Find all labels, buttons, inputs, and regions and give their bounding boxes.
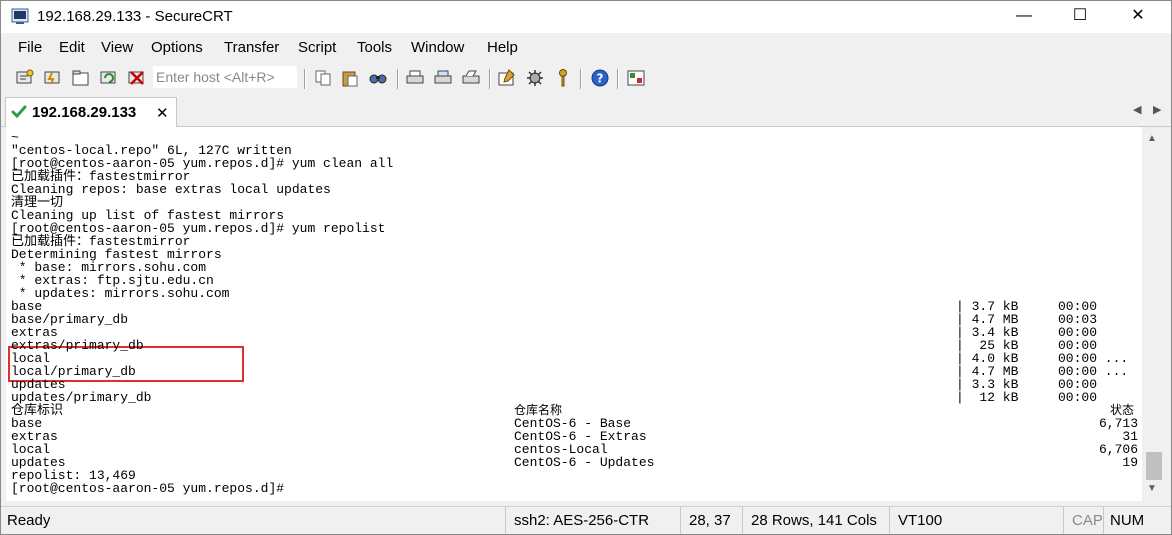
menu-tools[interactable]: Tools bbox=[357, 39, 392, 56]
menu-file[interactable]: File bbox=[18, 39, 42, 56]
paste-icon[interactable] bbox=[340, 68, 360, 88]
minimize-button[interactable]: — bbox=[1001, 1, 1047, 33]
repo-name: CentOS-6 - Updates bbox=[514, 455, 655, 470]
download-size: | 12 kB bbox=[956, 390, 1019, 405]
print-icon[interactable] bbox=[405, 68, 425, 88]
quick-connect-icon[interactable] bbox=[43, 68, 63, 88]
status-bar: Ready ssh2: AES-256-CTR 28, 37 28 Rows, … bbox=[1, 506, 1171, 534]
menu-bar: File Edit View Options Transfer Script T… bbox=[1, 34, 1171, 62]
copy-icon[interactable] bbox=[313, 68, 333, 88]
find-icon[interactable] bbox=[368, 68, 388, 88]
status-cursor-position: 28, 37 bbox=[683, 507, 743, 534]
status-terminal-size: 28 Rows, 141 Cols bbox=[745, 507, 890, 534]
connect-tab-icon[interactable] bbox=[71, 68, 91, 88]
menu-edit[interactable]: Edit bbox=[59, 39, 85, 56]
menu-script[interactable]: Script bbox=[298, 39, 336, 56]
svg-text:?: ? bbox=[597, 72, 604, 86]
global-options-icon[interactable] bbox=[525, 68, 545, 88]
toolbar-divider bbox=[489, 69, 491, 89]
terminal-view[interactable]: ~ "centos-local.repo" 6L, 127C written [ro… bbox=[6, 127, 1142, 501]
status-ready: Ready bbox=[1, 507, 506, 534]
tab-session[interactable]: 192.168.29.133 ✕ bbox=[5, 97, 177, 127]
title-bar[interactable]: 192.168.29.133 - SecureCRT — ☐ ✕ bbox=[1, 1, 1171, 33]
tab-scroll-left-icon[interactable]: ◀ bbox=[1133, 103, 1141, 116]
toolbar-divider bbox=[580, 69, 582, 89]
securecrt-app-icon bbox=[11, 8, 29, 24]
vertical-scrollbar[interactable]: ▲ ▼ bbox=[1143, 127, 1165, 501]
status-num-lock: NUM bbox=[1110, 512, 1145, 529]
help-icon[interactable]: ? bbox=[590, 68, 610, 88]
terminal-line: [root@centos-aaron-05 yum.repos.d]# bbox=[11, 481, 285, 496]
menu-window[interactable]: Window bbox=[411, 39, 464, 56]
status-caps-lock: CAP bbox=[1066, 507, 1104, 534]
session-tab-bar: 192.168.29.133 ✕ ◀ ▶ bbox=[1, 96, 1171, 127]
print-selection-icon[interactable] bbox=[433, 68, 453, 88]
download-time: 00:00 bbox=[1058, 390, 1098, 405]
tab-scroll-right-icon[interactable]: ▶ bbox=[1153, 103, 1161, 116]
session-options-icon[interactable] bbox=[497, 68, 517, 88]
window-title: 192.168.29.133 - SecureCRT bbox=[37, 8, 233, 25]
toolbar-divider bbox=[304, 69, 306, 89]
tab-close-button[interactable]: ✕ bbox=[156, 104, 169, 122]
toolbar: ? bbox=[1, 62, 1171, 94]
print-setup-icon[interactable] bbox=[461, 68, 481, 88]
toolbar-divider bbox=[617, 69, 619, 89]
menu-transfer[interactable]: Transfer bbox=[224, 39, 279, 56]
menu-help[interactable]: Help bbox=[487, 39, 518, 56]
menu-options[interactable]: Options bbox=[151, 39, 203, 56]
repo-status: 19 bbox=[1122, 455, 1138, 470]
connect-icon[interactable] bbox=[15, 68, 35, 88]
sftp-icon[interactable] bbox=[626, 68, 646, 88]
securecrt-window: 192.168.29.133 - SecureCRT — ☐ ✕ File Ed… bbox=[0, 0, 1172, 535]
disconnect-icon[interactable] bbox=[127, 68, 147, 88]
close-button[interactable]: ✕ bbox=[1115, 1, 1161, 33]
reconnect-icon[interactable] bbox=[99, 68, 119, 88]
status-emulation: VT100 bbox=[892, 507, 1064, 534]
tab-label: 192.168.29.133 bbox=[32, 104, 137, 121]
connected-check-icon bbox=[11, 105, 27, 119]
scroll-up-icon[interactable]: ▲ bbox=[1147, 133, 1157, 144]
status-cipher: ssh2: AES-256-CTR bbox=[508, 507, 681, 534]
host-input[interactable] bbox=[153, 66, 297, 88]
terminal-line: * updates: mirrors.sohu.com bbox=[11, 286, 230, 301]
scroll-down-icon[interactable]: ▼ bbox=[1147, 483, 1157, 494]
keymap-icon[interactable] bbox=[553, 68, 573, 88]
toolbar-divider bbox=[397, 69, 399, 89]
menu-view[interactable]: View bbox=[101, 39, 133, 56]
maximize-button[interactable]: ☐ bbox=[1057, 1, 1103, 33]
scrollbar-thumb[interactable] bbox=[1146, 452, 1162, 480]
